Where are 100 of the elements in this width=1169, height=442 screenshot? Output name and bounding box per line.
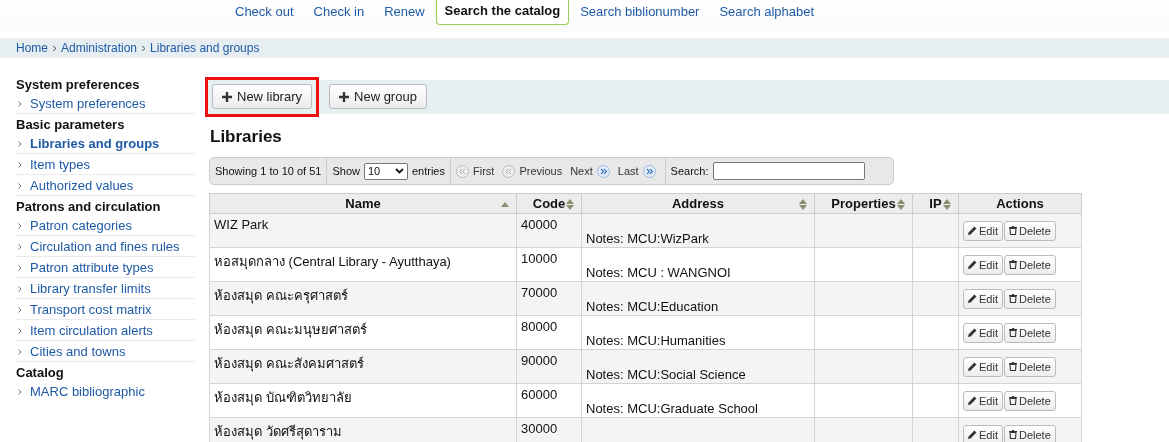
table-cell-text: Notes: MCU:Humanities	[586, 332, 727, 348]
edit-button[interactable]: Edit	[963, 288, 1003, 309]
trash-icon	[1008, 362, 1017, 371]
pencil-icon	[968, 430, 977, 439]
sidebar-link[interactable]: Patron categories	[30, 218, 132, 233]
table-cell-text: Notes: MCU:WizPark	[586, 230, 710, 246]
column-header: Actions	[958, 193, 1082, 214]
pager-link[interactable]: First	[456, 164, 495, 178]
sidebar-heading: System preferences	[16, 76, 141, 92]
nav-tab[interactable]: Check in	[304, 0, 374, 23]
sidebar-heading: Catalog	[16, 364, 65, 380]
edit-button[interactable]: Edit	[963, 220, 1003, 241]
delete-button[interactable]: Delete	[1003, 254, 1056, 275]
chevron-icon	[18, 327, 22, 334]
chevron-icon	[18, 348, 22, 355]
table-cell-text: Notes: MCU:Graduate School	[586, 400, 759, 416]
breadcrumb-link[interactable]: Libraries and groups	[150, 41, 260, 55]
sidebar-link[interactable]: MARC bibliographic	[30, 384, 145, 399]
rewind-icon	[502, 164, 516, 178]
delete-button[interactable]: Delete	[1003, 356, 1056, 377]
sidebar-link[interactable]: Transport cost matrix	[30, 302, 152, 317]
chevron-icon	[18, 161, 22, 168]
results-info: Showing 1 to 10 of 51	[210, 158, 328, 184]
chevron-icon	[18, 285, 22, 292]
nav-tab[interactable]: Search alphabet	[710, 0, 824, 23]
pager-link[interactable]: Previous	[502, 164, 563, 178]
sidebar-link[interactable]: Item circulation alerts	[30, 323, 153, 338]
edit-button[interactable]: Edit	[963, 254, 1003, 275]
page-heading: Libraries	[210, 127, 283, 147]
entries-label: entries	[411, 165, 445, 177]
new-button[interactable]: New library	[212, 84, 312, 109]
table-cell-text: Notes: MCU:Social Science	[586, 366, 747, 382]
sidebar-link[interactable]: Library transfer limits	[30, 281, 151, 296]
table-cell-text: ห้องสมุด บัณฑิตวิทยาลัย	[214, 389, 352, 408]
plus-icon	[222, 91, 232, 102]
table-cell-text: 40000	[521, 216, 558, 232]
edit-button[interactable]: Edit	[963, 424, 1003, 442]
delete-button[interactable]: Delete	[1003, 390, 1056, 411]
table-cell-text: 10000	[521, 250, 558, 266]
sidebar-link[interactable]: Authorized values	[30, 178, 134, 193]
edit-button[interactable]: Edit	[963, 356, 1003, 377]
search-label: Search:	[670, 165, 709, 177]
pencil-icon	[968, 328, 977, 337]
sidebar-heading: Basic parameters	[16, 116, 126, 132]
table-cell-text: 90000	[521, 352, 558, 368]
pencil-icon	[968, 226, 977, 235]
column-header[interactable]: Code	[516, 193, 582, 214]
table-cell-text: 70000	[521, 284, 558, 300]
forward-icon	[642, 164, 656, 178]
table-cell-text: WIZ Park	[214, 216, 269, 232]
table-cell-text: 60000	[521, 386, 558, 402]
column-header[interactable]: Name	[209, 193, 517, 214]
pager-link[interactable]: Next	[570, 164, 610, 178]
search-field[interactable]	[712, 162, 865, 180]
table-cell-text: 80000	[521, 318, 558, 334]
delete-button[interactable]: Delete	[1003, 424, 1056, 442]
chevron-icon	[18, 388, 22, 395]
sidebar-link[interactable]: Circulation and fines rules	[30, 239, 180, 254]
new-button[interactable]: New group	[329, 84, 427, 109]
chevron-icon	[18, 306, 22, 313]
chevron-icon	[18, 100, 22, 107]
delete-button[interactable]: Delete	[1003, 220, 1056, 241]
show-label: Show	[332, 165, 360, 177]
page-size-select[interactable]: 10	[363, 162, 408, 180]
edit-button[interactable]: Edit	[963, 322, 1003, 343]
trash-icon	[1008, 260, 1017, 269]
caret-icon	[394, 168, 404, 174]
column-header[interactable]: IP	[912, 193, 959, 214]
chevron-icon	[18, 222, 22, 229]
table-cell-text: Notes: MCU : WANGNOI	[586, 264, 732, 280]
trash-icon	[1008, 396, 1017, 405]
nav-tab[interactable]: Search the catalog	[435, 0, 570, 25]
table-cell-text: 30000	[521, 420, 558, 436]
sidebar-link[interactable]: Libraries and groups	[30, 136, 160, 151]
breadcrumb-link[interactable]: Administration	[61, 41, 138, 55]
delete-button[interactable]: Delete	[1003, 322, 1056, 343]
forward-icon	[596, 164, 610, 178]
pencil-icon	[968, 260, 977, 269]
column-header[interactable]: Properties	[814, 193, 913, 214]
chevron-icon	[52, 44, 57, 52]
table-cell-text: ห้องสมุด คณะมนุษยศาสตร์	[214, 321, 367, 340]
nav-tab[interactable]: Search biblionumber	[571, 0, 709, 23]
sidebar-link[interactable]: Patron attribute types	[30, 260, 154, 275]
pencil-icon	[968, 396, 977, 405]
table-cell-text: ห้องสมุด วัดศรีสุดาราม	[214, 423, 342, 442]
trash-icon	[1008, 226, 1017, 235]
table-cell-text: หอสมุดกลาง (Central Library - Ayutthaya)	[214, 253, 451, 272]
sidebar-link[interactable]: Cities and towns	[30, 344, 126, 359]
pager-link[interactable]: Last	[617, 164, 656, 178]
nav-tab[interactable]: Check out	[226, 0, 303, 23]
nav-tab[interactable]: Renew	[375, 0, 434, 23]
sidebar-link[interactable]: System preferences	[30, 96, 146, 111]
column-header[interactable]: Address	[581, 193, 815, 214]
breadcrumb-link[interactable]: Home	[16, 41, 48, 55]
sidebar-link[interactable]: Item types	[30, 157, 90, 172]
table-cell-text: ห้องสมุด คณะครุศาสตร์	[214, 287, 348, 306]
delete-button[interactable]: Delete	[1003, 288, 1056, 309]
chevron-icon	[141, 44, 147, 52]
trash-icon	[1008, 430, 1017, 439]
edit-button[interactable]: Edit	[963, 390, 1003, 411]
